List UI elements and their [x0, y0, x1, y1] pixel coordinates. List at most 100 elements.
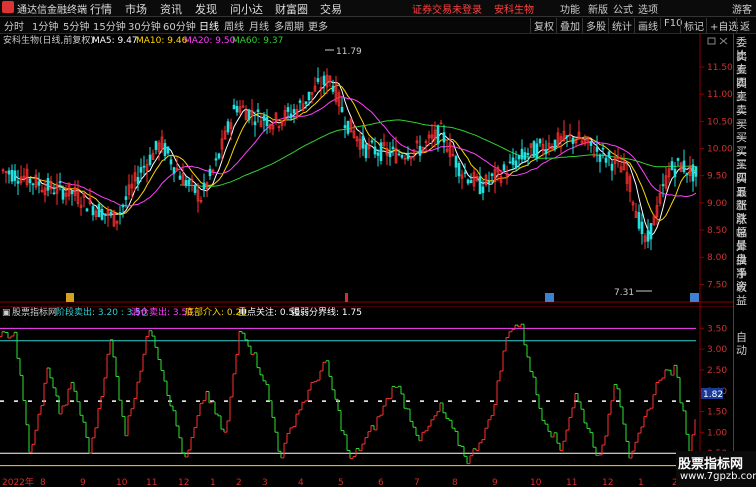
date-tick-label: 6: [378, 478, 384, 487]
menu-xinban[interactable]: 新版: [588, 1, 608, 16]
candle-body: [646, 230, 650, 242]
candle-body: [202, 182, 206, 189]
date-tick-label: 2: [236, 478, 242, 487]
menu-shichang[interactable]: 市场: [125, 1, 147, 17]
tab-5min[interactable]: 5分钟: [63, 18, 89, 33]
event-tag[interactable]: [66, 293, 74, 302]
candle-body: [601, 147, 605, 150]
menu-gongshi[interactable]: 公式: [613, 1, 633, 16]
candle-body: [304, 101, 308, 105]
menu-xuanxiang[interactable]: 选项: [638, 1, 658, 16]
price-tick-label: 9.50: [707, 172, 727, 182]
indicator-name: 股票指标网: [12, 306, 57, 318]
date-tick-label: 10: [116, 478, 128, 487]
candle-body: [256, 109, 260, 113]
menu-wenxiaoda[interactable]: 问小达: [230, 1, 263, 17]
candle-body: [457, 162, 461, 177]
candle-body: [331, 85, 335, 92]
candle-body: [316, 78, 320, 82]
stock-name-link[interactable]: 安科生物: [494, 1, 534, 16]
price-tick-label: 11.00: [707, 90, 733, 100]
menu-zixun[interactable]: 资讯: [160, 1, 182, 17]
tab-multi-period[interactable]: 多周期: [274, 18, 304, 33]
price-tick-label: 10.00: [707, 145, 733, 155]
draw-line-button[interactable]: 画线: [634, 18, 658, 33]
menu-caifuquan[interactable]: 财富圈: [275, 1, 308, 17]
candle-body: [61, 188, 65, 200]
candle-body: [307, 91, 311, 101]
price-tick-label: 10.50: [707, 117, 733, 127]
candle-body: [361, 135, 365, 149]
indicator-icon: ▣: [2, 308, 11, 318]
side-panel-item[interactable]: 自动: [736, 331, 756, 357]
tab-daily[interactable]: 日线: [199, 18, 219, 33]
candle-body: [376, 152, 380, 156]
candle-body: [610, 163, 614, 171]
candle-body: [481, 186, 485, 193]
candle-body: [478, 176, 482, 195]
tab-15min[interactable]: 15分钟: [93, 18, 126, 33]
menu-jiaoyi[interactable]: 交易: [320, 1, 342, 17]
candle-body: [208, 168, 212, 177]
candle-body: [637, 212, 641, 229]
candle-body: [436, 125, 440, 145]
watermark-url: www.7gpzb.com: [680, 471, 756, 482]
candle-body: [661, 184, 665, 187]
candle-body: [28, 178, 32, 184]
candle-body: [322, 75, 326, 85]
fuquan-button[interactable]: 复权: [530, 18, 554, 33]
side-panel-item[interactable]: 收益: [736, 281, 756, 307]
guest-label[interactable]: 游客: [732, 1, 752, 16]
event-tag[interactable]: [545, 293, 554, 302]
date-tick-label: 4: [298, 478, 304, 487]
candle-body: [46, 178, 50, 191]
tab-weekly[interactable]: 周线: [224, 18, 244, 33]
indicator-chart[interactable]: ▣ 股票指标网 阶段卖出: 3.20 : 3.50 清仓卖出: 3.50 底部介…: [0, 306, 733, 487]
candle-body: [607, 151, 611, 158]
candle-body: [490, 173, 494, 177]
date-tick-label: 2022年: [2, 476, 34, 487]
tab-more[interactable]: 更多: [308, 18, 328, 33]
stats-button[interactable]: 统计: [608, 18, 632, 33]
period-toolbar: 分时 1分钟 5分钟 15分钟 30分钟 60分钟 日线 周线 月线 多周期 更…: [0, 17, 756, 48]
candle-body: [604, 157, 608, 163]
menu-gongneng[interactable]: 功能: [560, 1, 580, 16]
candle-body: [673, 168, 677, 178]
mark-button[interactable]: 标记: [680, 18, 704, 33]
ma5-legend: MA5: 9.47: [92, 36, 138, 46]
date-tick-label: 1: [210, 478, 216, 487]
tab-30min[interactable]: 30分钟: [128, 18, 161, 33]
tab-1min[interactable]: 1分钟: [32, 18, 58, 33]
event-tag[interactable]: [345, 293, 348, 302]
candlestick-chart[interactable]: 安科生物(日线,前复权) MA5: 9.47 MA10: 9.46 MA20: …: [0, 34, 733, 306]
overlay-button[interactable]: 叠加: [556, 18, 580, 33]
candle-body: [346, 120, 350, 134]
candle-body: [406, 154, 410, 160]
candle-body: [154, 140, 158, 150]
candle-body: [469, 180, 473, 184]
tab-fenshi[interactable]: 分时: [4, 18, 24, 33]
candle-body: [454, 156, 458, 168]
candle-body: [52, 192, 56, 195]
tab-60min[interactable]: 60分钟: [163, 18, 196, 33]
date-tick-label: 9: [492, 478, 498, 487]
menu-faxian[interactable]: 发现: [195, 1, 217, 17]
candle-body: [100, 208, 104, 220]
candle-body: [163, 143, 167, 157]
indicator-tick-label: 1.50: [707, 408, 727, 418]
date-tick-label: 3: [262, 478, 268, 487]
multi-stock-button[interactable]: 多股: [582, 18, 606, 33]
candle-body: [502, 164, 506, 171]
candle-body: [523, 152, 527, 160]
candle-body: [373, 146, 377, 155]
login-status[interactable]: 证券交易未登录: [412, 1, 482, 16]
event-tag[interactable]: [690, 293, 699, 302]
menu-hangqing[interactable]: 行情: [90, 1, 112, 17]
candle-body: [253, 121, 257, 126]
candle-body: [118, 212, 122, 215]
tab-monthly[interactable]: 月线: [249, 18, 269, 33]
add-watchlist-button[interactable]: +自选: [706, 18, 738, 33]
app-logo-icon: [2, 1, 14, 13]
current-value-label: 1.82: [703, 390, 723, 400]
candle-body: [640, 221, 644, 234]
